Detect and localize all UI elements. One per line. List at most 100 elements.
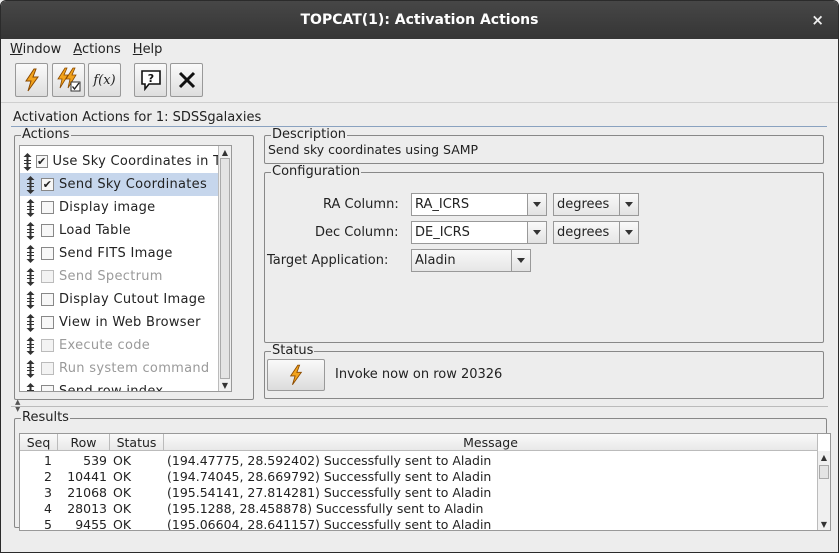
invoke-button[interactable] <box>267 359 325 391</box>
action-item-label: Load Table <box>59 223 131 238</box>
menu-actions[interactable]: Actions <box>73 42 121 57</box>
function-button[interactable]: f(x) <box>88 63 121 97</box>
cell-message: (195.54141, 27.814281) Successfully sent… <box>167 484 492 500</box>
table-row[interactable]: 5 9455 OK (195.06604, 28.641157) Successful… <box>20 516 818 531</box>
drag-handle-icon[interactable] <box>23 382 37 391</box>
scroll-thumb[interactable] <box>220 158 230 379</box>
drag-handle-icon[interactable] <box>23 359 37 378</box>
results-legend: Results <box>22 410 69 425</box>
action-item-label: Run system command <box>59 361 210 376</box>
cell-status: OK <box>113 468 132 484</box>
scroll-up-icon[interactable]: ▲ <box>818 451 830 463</box>
action-item-label: Display image <box>59 200 156 215</box>
action-item[interactable]: Load Table <box>20 219 219 242</box>
window-close-button[interactable]: × <box>811 11 824 29</box>
action-checkbox[interactable] <box>41 339 54 352</box>
cell-row: 10441 <box>67 468 107 484</box>
page-heading: Activation Actions for 1: SDSSgalaxies <box>13 110 262 125</box>
activate-all-icon <box>56 67 80 92</box>
drag-handle-icon[interactable] <box>23 152 32 171</box>
action-checkbox[interactable] <box>41 270 54 283</box>
cell-row: 21068 <box>67 484 107 500</box>
cell-status: OK <box>113 452 132 468</box>
action-checkbox[interactable] <box>41 362 54 375</box>
results-scrollbar[interactable]: ▲ ▼ <box>817 451 830 530</box>
ra-column-value: RA_ICRS <box>415 197 470 212</box>
action-item[interactable]: Display image <box>20 196 219 219</box>
activate-all-button[interactable] <box>52 63 85 97</box>
dec-column-select[interactable]: DE_ICRS <box>411 221 547 244</box>
dec-unit-select[interactable]: degrees <box>553 221 639 244</box>
status-panel: Status Invoke now on row 20326 <box>264 343 824 399</box>
table-row[interactable]: 2 10441 OK (194.74045, 28.669792) Successfu… <box>20 468 818 484</box>
close-button[interactable] <box>170 63 203 97</box>
action-checkbox[interactable]: ✔ <box>36 155 48 168</box>
action-item[interactable]: Execute code <box>20 334 219 357</box>
action-checkbox[interactable] <box>41 201 54 214</box>
chevron-down-icon[interactable] <box>527 222 546 243</box>
status-legend: Status <box>272 343 314 358</box>
drag-handle-icon[interactable] <box>23 244 37 263</box>
description-text: Send sky coordinates using SAMP <box>268 142 479 157</box>
function-icon: f(x) <box>93 72 116 88</box>
action-checkbox[interactable]: ✔ <box>41 178 54 191</box>
drag-handle-icon[interactable] <box>23 198 37 217</box>
menu-bar: Window Actions Help <box>1 39 838 60</box>
invoke-status-text: Invoke now on row 20326 <box>335 367 503 382</box>
column-header-message[interactable]: Message <box>164 434 818 451</box>
column-header-status[interactable]: Status <box>110 434 164 451</box>
chevron-down-icon[interactable] <box>619 194 638 215</box>
chevron-down-icon[interactable] <box>619 222 638 243</box>
target-application-select[interactable]: Aladin <box>411 249 531 272</box>
action-checkbox[interactable] <box>41 293 54 306</box>
drag-handle-icon[interactable] <box>23 221 37 240</box>
action-item[interactable]: Send FITS Image <box>20 242 219 265</box>
actions-scrollbar[interactable]: ▲ ▼ <box>218 146 231 391</box>
table-row[interactable]: 4 28013 OK (195.1288, 28.458878) Successful… <box>20 500 818 516</box>
dec-column-label: Dec Column: <box>315 225 399 240</box>
cell-row: 28013 <box>67 500 107 516</box>
action-checkbox[interactable] <box>41 385 54 391</box>
column-header-row[interactable]: Row <box>58 434 110 451</box>
action-item[interactable]: Send row index <box>20 380 219 391</box>
cell-seq: 3 <box>44 484 52 500</box>
drag-handle-icon[interactable] <box>23 175 37 194</box>
column-header-seq[interactable]: Seq <box>20 434 58 451</box>
menu-help[interactable]: Help <box>133 42 163 57</box>
action-item[interactable]: ✔ Use Sky Coordinates in T <box>20 150 221 173</box>
scroll-down-icon[interactable]: ▼ <box>818 518 830 530</box>
drag-handle-icon[interactable] <box>23 290 37 309</box>
ra-column-select[interactable]: RA_ICRS <box>411 193 547 216</box>
split-divider[interactable] <box>11 406 828 407</box>
lightning-icon <box>289 364 303 386</box>
ra-column-label: RA Column: <box>323 197 399 212</box>
chevron-down-icon[interactable] <box>527 194 546 215</box>
table-row[interactable]: 1 539 OK (194.47775, 28.592402) Successfull… <box>20 452 818 468</box>
drag-handle-icon[interactable] <box>23 267 37 286</box>
action-item[interactable]: ✔ Send Sky Coordinates <box>20 173 219 196</box>
target-application-label: Target Application: <box>267 253 389 268</box>
chevron-down-icon[interactable] <box>511 250 530 271</box>
drag-handle-icon[interactable] <box>23 336 37 355</box>
activate-button[interactable] <box>15 63 48 97</box>
action-checkbox[interactable] <box>41 247 54 260</box>
cell-message: (194.74045, 28.669792) Successfully sent… <box>167 468 492 484</box>
scroll-down-icon[interactable]: ▼ <box>219 379 231 391</box>
menu-window[interactable]: Window <box>10 42 61 57</box>
action-item[interactable]: Run system command <box>20 357 219 380</box>
help-button[interactable]: ? <box>134 63 167 97</box>
action-item[interactable]: Display Cutout Image <box>20 288 219 311</box>
action-item[interactable]: Send Spectrum <box>20 265 219 288</box>
scroll-thumb[interactable] <box>819 465 829 479</box>
action-item[interactable]: View in Web Browser <box>20 311 219 334</box>
toolbar: f(x) ? <box>1 60 838 103</box>
title-bar[interactable]: TOPCAT(1): Activation Actions × <box>1 1 838 39</box>
scroll-up-icon[interactable]: ▲ <box>219 146 231 158</box>
drag-handle-icon[interactable] <box>23 313 37 332</box>
actions-legend: Actions <box>22 127 70 142</box>
cell-status: OK <box>113 500 132 516</box>
action-checkbox[interactable] <box>41 224 54 237</box>
table-row[interactable]: 3 21068 OK (195.54141, 27.814281) Successfu… <box>20 484 818 500</box>
ra-unit-select[interactable]: degrees <box>553 193 639 216</box>
action-checkbox[interactable] <box>41 316 54 329</box>
